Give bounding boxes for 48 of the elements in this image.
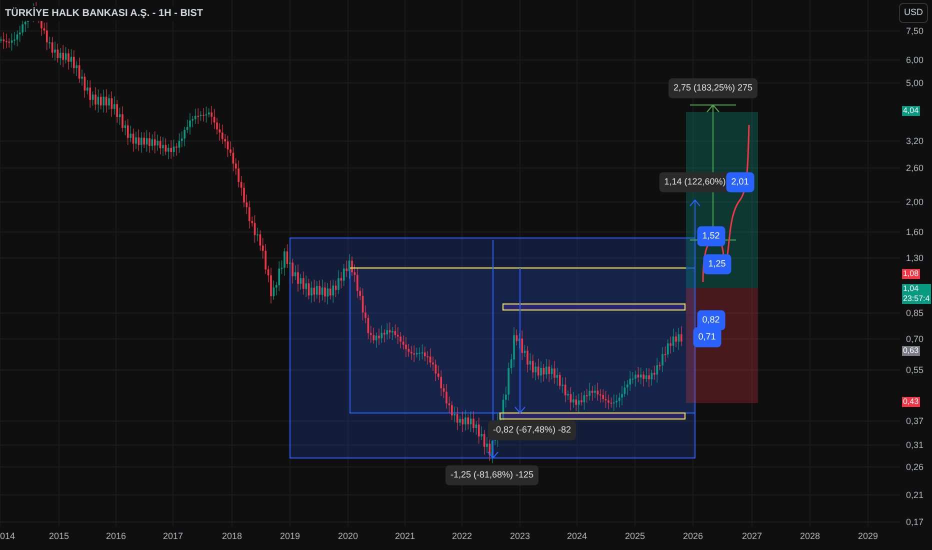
- price-axis-label: 0,21: [906, 490, 924, 501]
- price-note-badge: 1,25: [703, 254, 731, 274]
- measurement-label: -1,25 (-81,68%) -125: [445, 465, 539, 485]
- time-axis-label: 2018: [222, 530, 242, 543]
- time-axis-label: 2021: [395, 530, 416, 543]
- price-tag: 0,43: [902, 397, 920, 407]
- chart-title: TÜRKİYE HALK BANKASI A.Ş. - 1H - BIST: [3, 6, 205, 21]
- time-axis-label: 2016: [106, 530, 126, 543]
- price-axis-label: 0,26: [906, 462, 924, 473]
- time-axis-label: 2026: [683, 530, 704, 543]
- price-tag: 1,04 23:57:4: [902, 284, 931, 304]
- price-axis-label: 0,85: [906, 308, 924, 319]
- price-axis-label: 2,00: [906, 197, 924, 208]
- price-axis-label: 2,60: [906, 163, 924, 174]
- price-note-badge: 1,52: [697, 226, 725, 246]
- time-axis-label: 2017: [163, 530, 184, 543]
- time-axis-label: 2015: [49, 530, 70, 543]
- price-axis-label: 3,20: [906, 136, 924, 147]
- time-axis-label: 2020: [338, 530, 358, 543]
- price-tag: 4,04: [902, 106, 920, 116]
- price-axis-label: 5,00: [906, 78, 924, 89]
- time-axis-label: 2027: [742, 530, 762, 543]
- price-tag: 1,08: [902, 269, 920, 279]
- price-axis-label: 0,70: [906, 334, 924, 345]
- price-note-badge: 0,71: [693, 327, 721, 347]
- price-axis-label: 1,60: [906, 227, 924, 238]
- currency-button[interactable]: USD: [898, 3, 928, 22]
- time-axis-label: 2023: [510, 530, 530, 543]
- time-axis-label: 014: [0, 530, 16, 543]
- price-note-badge: 2,01: [726, 172, 754, 192]
- time-axis-label: 2029: [858, 530, 878, 543]
- time-axis-label: 2019: [280, 530, 300, 543]
- price-axis-label: 0,37: [906, 416, 924, 427]
- time-axis-label: 2022: [452, 530, 472, 543]
- price-axis-label: 7,50: [906, 26, 924, 37]
- price-axis-label: 0,55: [906, 365, 924, 376]
- price-note-badge: 0,82: [697, 310, 725, 330]
- time-axis-label: 2025: [625, 530, 646, 543]
- price-tag: 0,63: [902, 346, 920, 356]
- measurement-label: 1,14 (122,60%): [659, 172, 731, 192]
- measurement-label: -0,82 (-67,48%) -82: [488, 420, 576, 440]
- time-axis-label: 2024: [567, 530, 588, 543]
- price-axis-label: 1,30: [906, 253, 924, 264]
- measurement-label: 2,75 (183,25%) 275: [668, 78, 758, 98]
- price-axis-label: 0,17: [906, 517, 924, 528]
- price-axis-label: 6,00: [906, 55, 924, 66]
- price-axis-label: 0,31: [906, 440, 924, 451]
- time-axis-label: 2028: [800, 530, 820, 543]
